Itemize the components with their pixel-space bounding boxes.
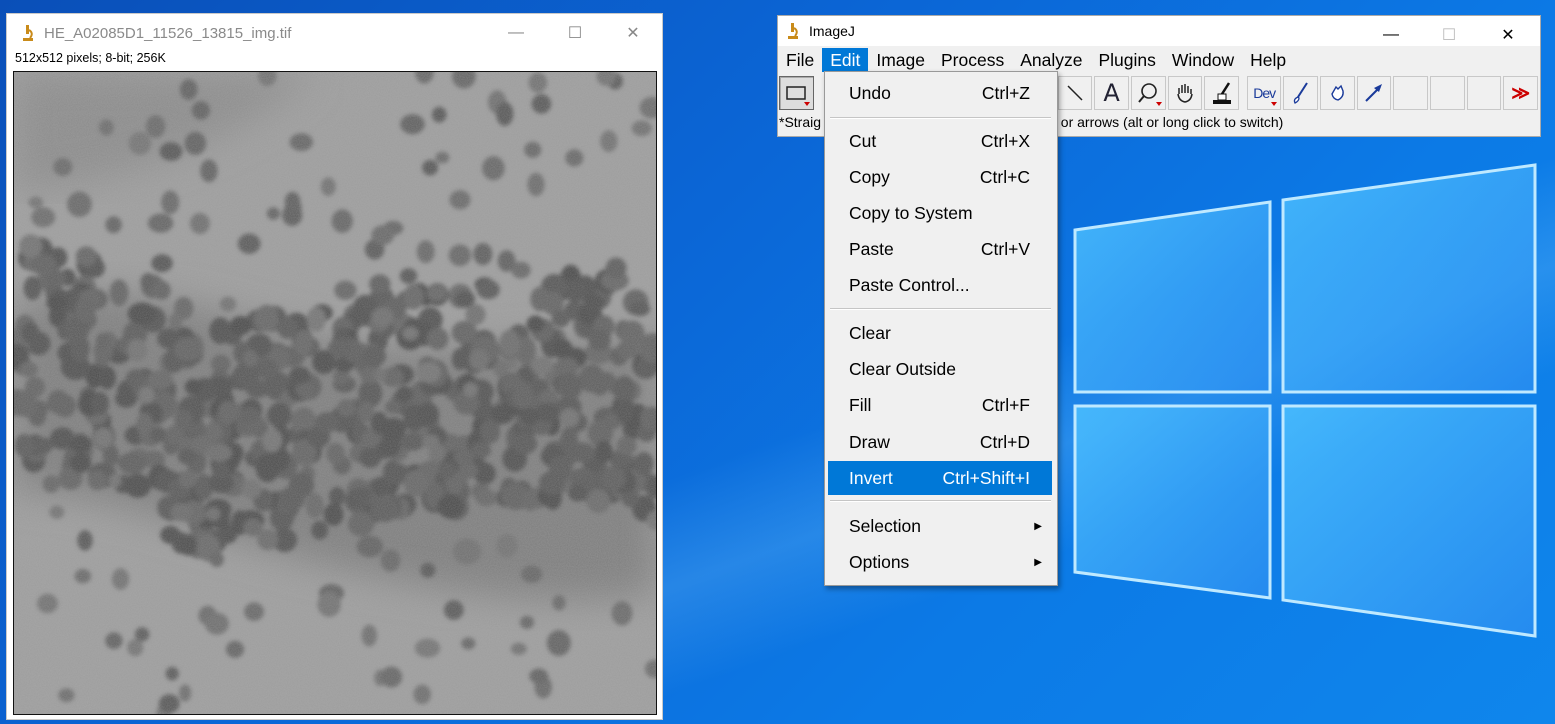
line-icon [1067, 85, 1083, 101]
menu-help[interactable]: Help [1242, 48, 1294, 72]
menu-separator [830, 117, 1051, 119]
menu-item-label: Paste [849, 238, 894, 259]
minimize-button[interactable]: — [487, 14, 545, 52]
menu-item-fill[interactable]: Fill Ctrl+F [828, 388, 1052, 422]
menu-item-undo[interactable]: Undo Ctrl+Z [828, 76, 1052, 110]
imagej-title: ImageJ [809, 23, 855, 39]
maximize-button[interactable]: ☐ [546, 14, 604, 52]
imagej-minimize-button[interactable]: — [1362, 16, 1420, 54]
arrow-tool[interactable] [1356, 76, 1392, 110]
imagej-microscope-icon [23, 25, 33, 41]
menu-item-shortcut: Ctrl+Shift+I [942, 467, 1030, 488]
more-tools-button[interactable]: ≫ [1503, 76, 1538, 110]
minimize-icon: — [1383, 26, 1399, 43]
menu-item-cut[interactable]: Cut Ctrl+X [828, 124, 1052, 158]
imagej-titlebar[interactable]: ImageJ — ☐ ✕ [778, 16, 1540, 46]
menu-item-label: Options [849, 551, 910, 572]
rectangle-icon [786, 86, 807, 100]
imagej-maximize-button[interactable]: ☐ [1420, 16, 1478, 54]
rectangle-tool[interactable] [779, 76, 814, 110]
menu-image[interactable]: Image [868, 48, 933, 72]
submenu-arrow-icon: ▶ [1034, 520, 1042, 532]
menu-item-clear[interactable]: Clear [828, 316, 1052, 350]
zoom-tool[interactable] [1130, 76, 1166, 110]
eyedropper-icon [1212, 82, 1231, 104]
minimize-icon: — [508, 24, 524, 41]
image-info: 512x512 pixels; 8-bit; 256K [15, 51, 166, 65]
imagej-close-button[interactable]: ✕ [1479, 16, 1537, 54]
empty-tool-slot-2[interactable] [1430, 76, 1465, 110]
menu-item-shortcut: Ctrl+Z [981, 82, 1030, 103]
menu-item-invert[interactable]: Invert Ctrl+Shift+I [828, 461, 1052, 495]
submenu-arrow-icon: ▶ [1034, 556, 1042, 568]
close-icon: ✕ [1501, 27, 1515, 44]
menu-process[interactable]: Process [933, 48, 1012, 72]
menu-item-label: Clear Outside [849, 358, 956, 379]
menu-item-label: Cut [849, 130, 877, 151]
menu-item-shortcut: Ctrl+F [981, 394, 1030, 415]
empty-tool-slot-3[interactable] [1466, 76, 1502, 110]
text-icon: A [1103, 79, 1120, 107]
menu-item-selection[interactable]: Selection ▶ [828, 509, 1052, 543]
color-picker-tool[interactable] [1204, 76, 1239, 110]
menu-item-options[interactable]: Options ▶ [828, 545, 1052, 579]
developer-menu-tool[interactable]: Dev [1246, 76, 1282, 110]
menu-plugins[interactable]: Plugins [1090, 48, 1163, 72]
menu-item-label: Copy [849, 166, 890, 187]
menu-item-label: Draw [849, 431, 890, 452]
menu-item-copy[interactable]: Copy Ctrl+C [828, 160, 1052, 194]
brush-icon [1293, 82, 1308, 104]
menu-item-shortcut: Ctrl+D [979, 431, 1030, 452]
menu-edit[interactable]: Edit [822, 48, 869, 72]
menu-item-label: Selection [849, 515, 921, 536]
menu-item-paste-control[interactable]: Paste Control... [828, 268, 1052, 302]
menu-item-label: Clear [849, 322, 891, 343]
menu-item-label: Invert [849, 467, 893, 488]
menu-item-clear-outside[interactable]: Clear Outside [828, 352, 1052, 386]
menu-item-copy-to-system[interactable]: Copy to System [828, 196, 1052, 230]
empty-tool-slot-1[interactable] [1393, 76, 1429, 110]
menu-item-draw[interactable]: Draw Ctrl+D [828, 425, 1052, 459]
menu-item-label: Fill [849, 394, 872, 415]
arrow-icon [1365, 84, 1383, 102]
image-window-titlebar[interactable]: HE_A02085D1_11526_13815_img.tif — ☐ ✕ [7, 14, 662, 52]
maximize-icon: ☐ [567, 25, 583, 42]
double-chevron-icon: ≫ [1511, 82, 1531, 103]
menu-analyze[interactable]: Analyze [1012, 48, 1090, 72]
text-tool[interactable]: A [1094, 76, 1129, 110]
menu-item-paste[interactable]: Paste Ctrl+V [828, 232, 1052, 266]
scroll-tool[interactable] [1167, 76, 1203, 110]
hand-icon [1177, 84, 1193, 103]
menu-item-shortcut: Ctrl+X [980, 130, 1030, 151]
imagej-microscope-icon [788, 23, 798, 39]
windows-logo [1073, 163, 1537, 638]
menu-item-shortcut: Ctrl+C [979, 166, 1030, 187]
dev-icon: Dev [1253, 85, 1276, 101]
menu-separator [830, 500, 1051, 502]
menu-item-label: Undo [849, 82, 891, 103]
line-tool[interactable] [1057, 76, 1093, 110]
image-window-title: HE_A02085D1_11526_13815_img.tif [44, 24, 292, 42]
status-text-right: s, or arrows (alt or long click to switc… [1046, 114, 1284, 130]
image-window[interactable]: HE_A02085D1_11526_13815_img.tif — ☐ ✕ 51… [7, 14, 662, 719]
menu-item-label: Copy to System [849, 202, 973, 223]
menu-window[interactable]: Window [1164, 48, 1242, 72]
menu-separator [830, 308, 1051, 310]
finger-icon [1331, 84, 1345, 101]
microscopy-image[interactable] [14, 72, 656, 714]
menu-file[interactable]: File [778, 48, 822, 72]
pan-hand-tool[interactable] [1320, 76, 1355, 110]
maximize-icon: ☐ [1441, 27, 1457, 44]
brush-tool[interactable] [1283, 76, 1319, 110]
close-icon: ✕ [626, 25, 640, 42]
status-text-left: *Straig [779, 114, 822, 130]
image-canvas[interactable] [13, 71, 657, 715]
close-button[interactable]: ✕ [604, 14, 662, 52]
edit-menu-dropdown: Undo Ctrl+Z Cut Ctrl+X Copy Ctrl+C Copy to … [824, 71, 1058, 586]
menu-item-shortcut: Ctrl+V [980, 238, 1030, 259]
menu-item-label: Paste Control... [849, 274, 970, 295]
